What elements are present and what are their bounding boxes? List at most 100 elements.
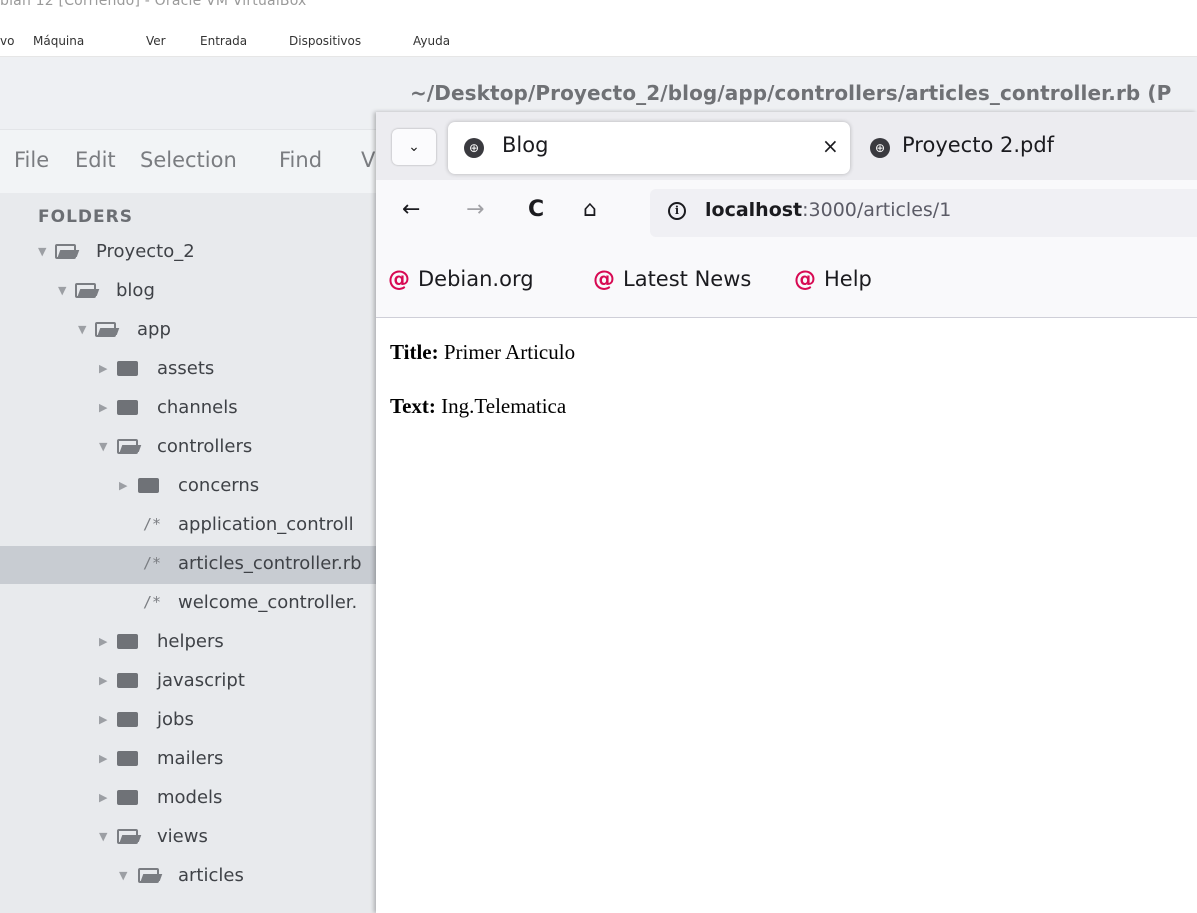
vbox-menu-file[interactable]: vo [0,34,14,48]
tree-item-jobs[interactable]: ▶ jobs [0,702,380,740]
browser-window: ⌄ ⊕ Blog × ⊕ Proyecto 2.pdf ← → C ⌂ i lo… [376,112,1197,913]
reload-icon[interactable]: C [528,197,544,222]
folder-closed-icon [117,712,138,727]
editor-menu-find[interactable]: Find [279,148,322,172]
folder-open-icon [75,283,96,298]
editor-menu-selection[interactable]: Selection [140,148,237,172]
vbox-window-title: bian 12 [Corriendo] - Oracle VM VirtualB… [0,0,1197,18]
tab-proyecto-pdf[interactable]: ⊕ Proyecto 2.pdf [850,122,1197,174]
back-arrow-icon[interactable]: ← [402,197,420,222]
list-all-tabs-button[interactable]: ⌄ [392,129,436,165]
globe-icon: ⊕ [464,138,484,158]
tree-item-label: helpers [157,631,224,652]
tree-item-label: assets [157,358,215,379]
tree-item-blog[interactable]: ▼ blog [0,273,380,311]
tab-bar: ⌄ ⊕ Blog × ⊕ Proyecto 2.pdf [376,112,1197,180]
bookmark-label: Debian.org [418,267,534,291]
collapsed-arrow-icon[interactable]: ▶ [99,635,107,648]
tree-item-concerns[interactable]: ▶ concerns [0,468,380,506]
tree-item-label: Proyecto_2 [96,241,195,262]
folder-closed-icon [117,361,138,376]
tree-item-channels[interactable]: ▶ channels [0,390,380,428]
collapsed-arrow-icon[interactable]: ▶ [99,362,107,375]
editor-title: ~/Desktop/Proyecto_2/blog/app/controller… [410,81,1172,105]
close-tab-icon[interactable]: × [822,134,839,158]
collapsed-arrow-icon[interactable]: ▶ [99,713,107,726]
collapsed-arrow-icon[interactable]: ▶ [99,674,107,687]
forward-arrow-icon[interactable]: → [466,197,484,222]
editor-menu-view[interactable]: V [361,148,375,172]
collapsed-arrow-icon[interactable]: ▶ [99,791,107,804]
editor-menu-edit[interactable]: Edit [75,148,116,172]
tree-item-label: javascript [157,670,245,691]
file-icon: /* [143,515,162,533]
expanded-arrow-icon[interactable]: ▼ [99,440,107,453]
folder-closed-icon [117,751,138,766]
vbox-menu-help[interactable]: Ayuda [413,34,450,48]
folder-closed-icon [117,673,138,688]
folders-sidebar: FOLDERS ▼ Proyecto_2 ▼ blog ▼ app ▶ asse… [0,193,380,913]
tree-item-javascript[interactable]: ▶ javascript [0,663,380,701]
debian-swirl-icon: @ [593,267,615,292]
vbox-menu-view[interactable]: Ver [146,34,166,48]
tree-item-controllers[interactable]: ▼ controllers [0,429,380,467]
folder-open-icon [138,868,159,883]
title-label: Title: [390,340,439,364]
tree-item-welcome-controller[interactable]: /* welcome_controller. [0,585,380,623]
file-icon: /* [143,554,162,572]
url-text[interactable]: localhost:3000/articles/1 [705,199,951,221]
expanded-arrow-icon[interactable]: ▼ [99,830,107,843]
vbox-menu-devices[interactable]: Dispositivos [289,34,361,48]
folder-open-icon [55,244,76,259]
editor-menubar: File Edit Selection Find V [0,129,380,194]
tree-item-label: application_controll [178,514,354,535]
tree-item-mailers[interactable]: ▶ mailers [0,741,380,779]
tree-item-articles[interactable]: ▼ articles [0,858,380,896]
chevron-down-icon: ⌄ [408,139,420,155]
vbox-menu-machine[interactable]: Máquina [33,34,84,48]
debian-swirl-icon: @ [794,267,816,292]
tree-item-label: controllers [157,436,253,457]
article-title-line: Title: Primer Articulo [390,340,575,365]
expanded-arrow-icon[interactable]: ▼ [119,869,127,882]
tab-title: Proyecto 2.pdf [902,133,1055,157]
tree-item-label: channels [157,397,238,418]
vbox-title-text: bian 12 [Corriendo] - Oracle VM VirtualB… [0,0,307,9]
vbox-menubar: vo Máquina Ver Entrada Dispositivos Ayud… [0,30,1197,54]
info-icon[interactable]: i [668,202,686,220]
tree-item-app[interactable]: ▼ app [0,312,380,350]
expanded-arrow-icon[interactable]: ▼ [38,245,46,258]
tree-item-application-controller[interactable]: /* application_controll [0,507,380,545]
tree-item-proyecto-2[interactable]: ▼ Proyecto_2 [0,234,380,272]
tree-item-views[interactable]: ▼ views [0,819,380,857]
tab-blog[interactable]: ⊕ Blog × [448,122,850,174]
tree-item-articles-controller[interactable]: /* articles_controller.rb [0,546,380,584]
text-value: Ing.Telematica [435,394,567,418]
globe-icon: ⊕ [870,138,890,158]
expanded-arrow-icon[interactable]: ▼ [58,284,66,297]
tree-item-label: welcome_controller. [178,592,358,613]
text-label: Text: [390,394,436,418]
tree-item-label: jobs [157,709,194,730]
file-icon: /* [143,593,162,611]
vbox-menu-input[interactable]: Entrada [200,34,247,48]
url-path: :3000/articles/1 [802,199,952,221]
folder-closed-icon [117,400,138,415]
folder-closed-icon [117,634,138,649]
debian-swirl-icon: @ [388,267,410,292]
tree-item-label: blog [116,280,155,301]
expanded-arrow-icon[interactable]: ▼ [78,323,86,336]
navigation-toolbar: ← → C ⌂ i localhost:3000/articles/1 [376,180,1197,246]
editor-menu-file[interactable]: File [14,148,49,172]
url-bar[interactable]: i localhost:3000/articles/1 [650,189,1197,237]
tree-item-models[interactable]: ▶ models [0,780,380,818]
tree-item-label: articles [178,865,244,886]
tree-item-helpers[interactable]: ▶ helpers [0,624,380,662]
bookmark-label: Latest News [623,267,752,291]
home-icon[interactable]: ⌂ [583,197,597,222]
collapsed-arrow-icon[interactable]: ▶ [99,401,107,414]
tree-item-label: articles_controller.rb [178,553,362,574]
collapsed-arrow-icon[interactable]: ▶ [119,479,127,492]
tree-item-assets[interactable]: ▶ assets [0,351,380,389]
collapsed-arrow-icon[interactable]: ▶ [99,752,107,765]
